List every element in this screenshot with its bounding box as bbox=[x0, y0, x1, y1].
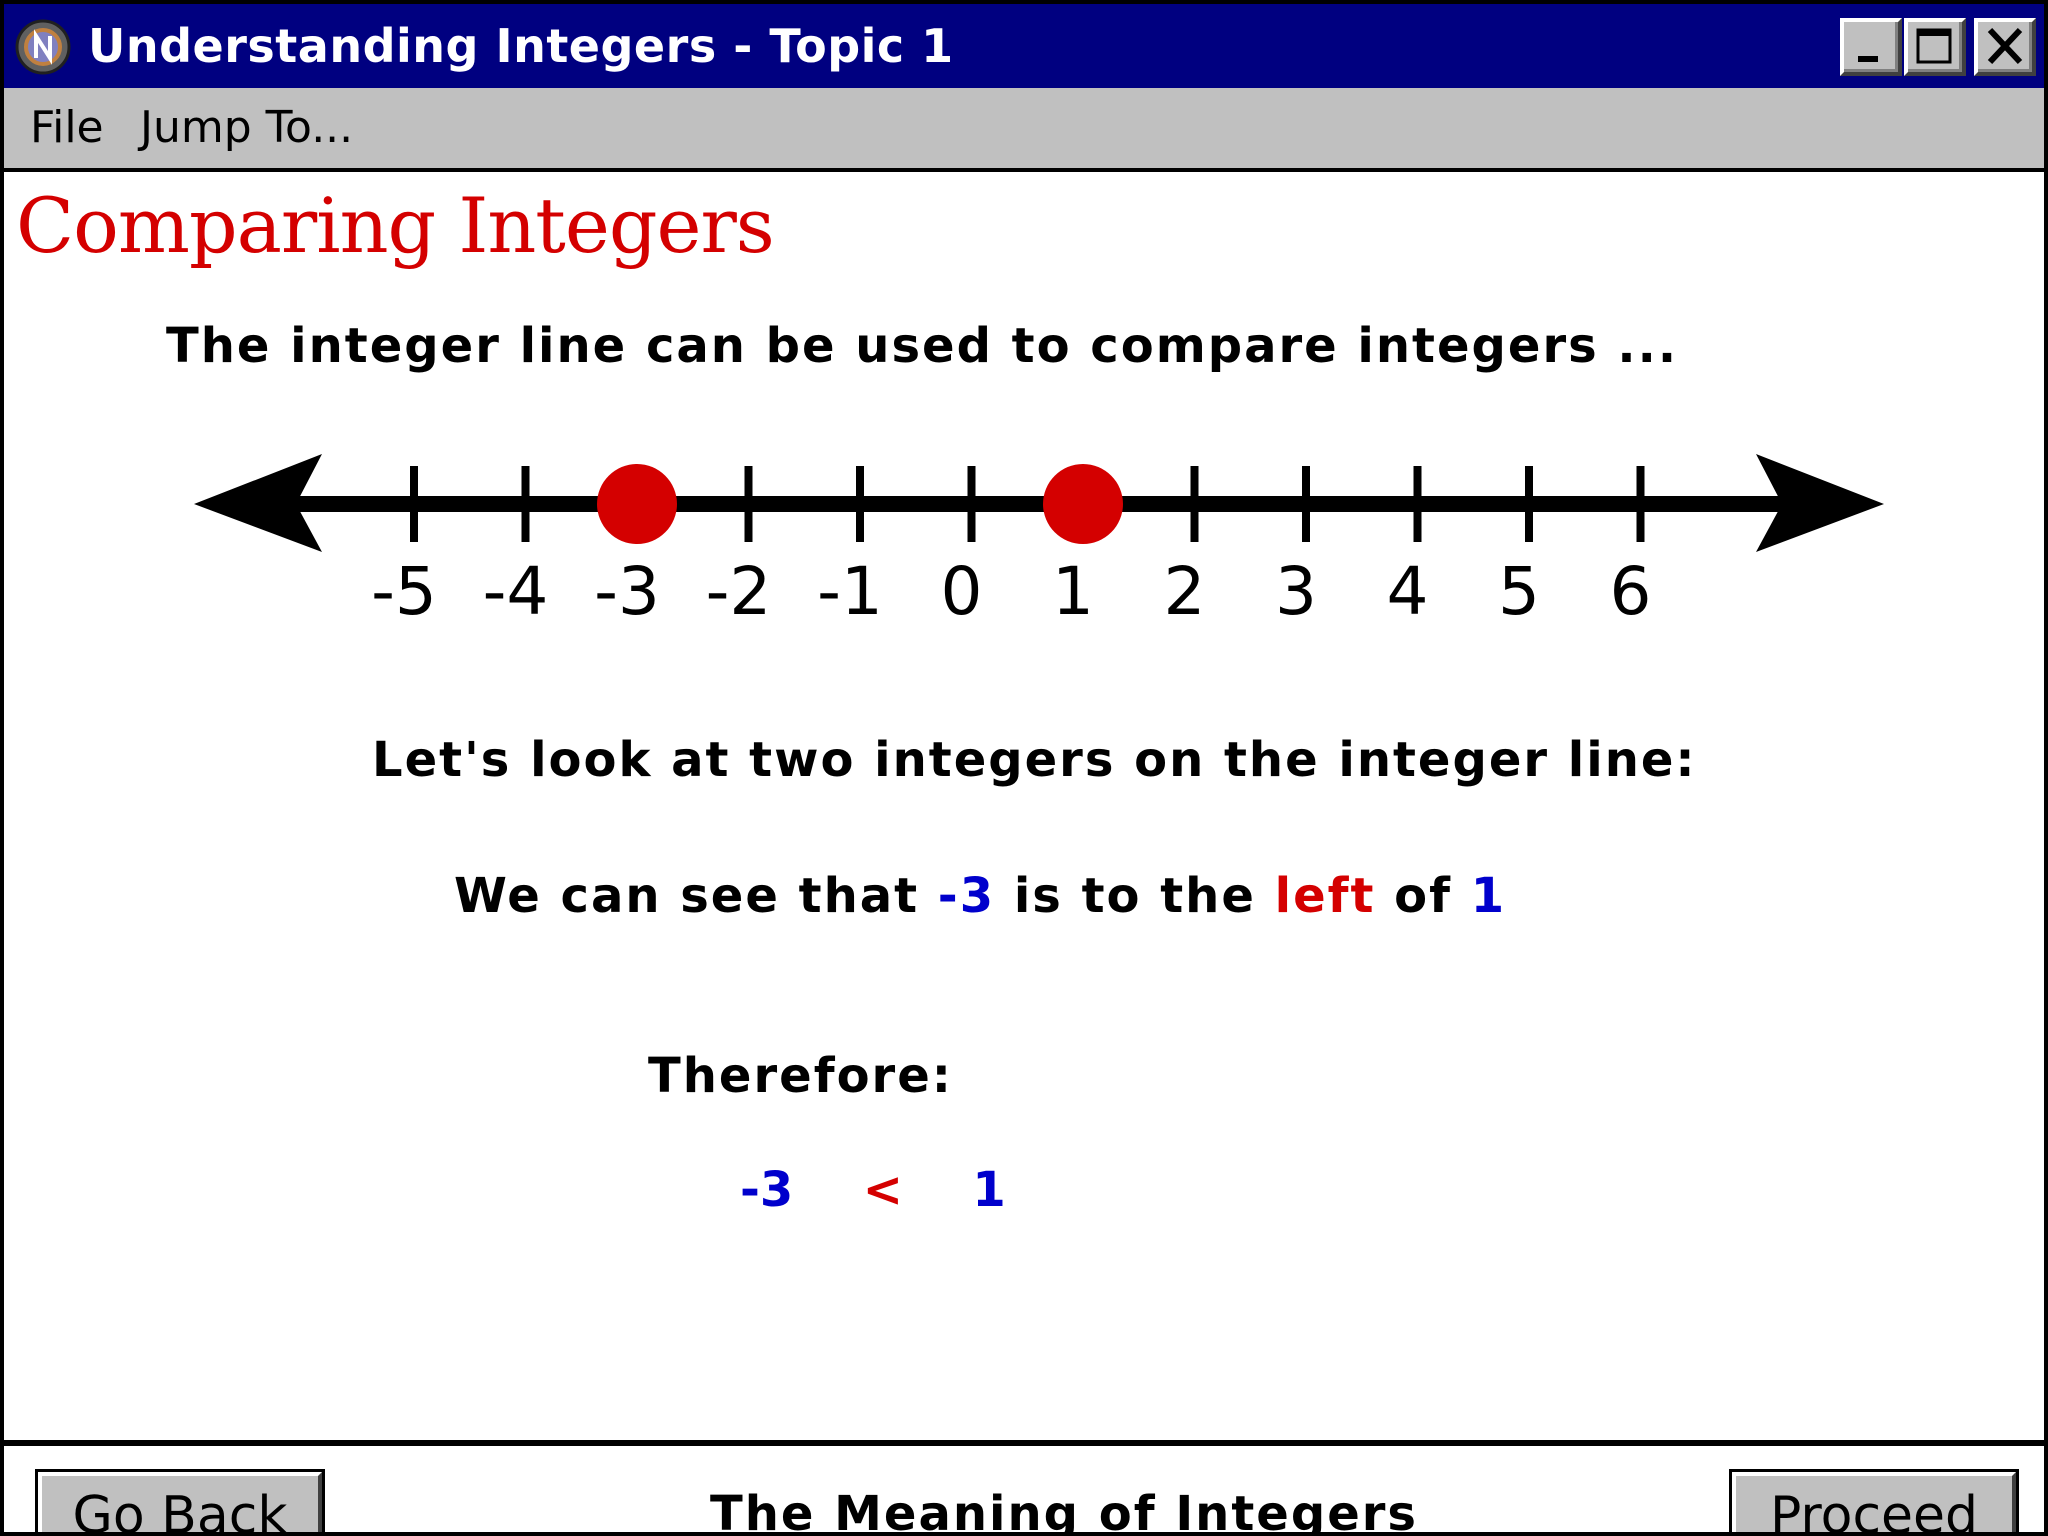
maximize-icon bbox=[1916, 28, 1952, 64]
window-title: Understanding Integers - Topic 1 bbox=[88, 19, 954, 73]
maximize-button[interactable] bbox=[1904, 18, 1966, 76]
number-line-tick bbox=[1636, 466, 1645, 542]
comparison-sentence: We can see that -3 is to the left of 1 bbox=[454, 864, 1506, 928]
intro-text: The integer line can be used to compare … bbox=[166, 318, 1679, 374]
tick-label: 6 bbox=[1610, 553, 1652, 630]
navigation-bar: Go Back The Meaning of Integers Proceed bbox=[4, 1440, 2044, 1536]
tick-label: -1 bbox=[817, 553, 883, 630]
sentence-prefix: We can see that bbox=[454, 868, 920, 924]
close-button[interactable] bbox=[1974, 18, 2036, 76]
topic-title: The Meaning of Integers bbox=[709, 1486, 1418, 1536]
therefore-label: Therefore: bbox=[648, 1048, 953, 1104]
number-line-tick bbox=[410, 466, 418, 542]
number-line-tick bbox=[967, 466, 976, 542]
number-line-tick bbox=[1190, 466, 1199, 542]
minimize-icon bbox=[1858, 56, 1878, 62]
app-window: Understanding Integers - Topic 1 File Ju… bbox=[0, 0, 2048, 1536]
proceed-button[interactable]: Proceed bbox=[1729, 1469, 2019, 1532]
tick-label: 2 bbox=[1164, 553, 1206, 630]
look-text: Let's look at two integers on the intege… bbox=[372, 732, 1697, 788]
tick-label: -2 bbox=[706, 553, 772, 630]
go-back-button[interactable]: Go Back bbox=[35, 1469, 325, 1532]
number-b: 1 bbox=[1470, 868, 1507, 924]
number-line-tick bbox=[1525, 466, 1533, 542]
close-icon bbox=[1987, 27, 2023, 65]
number-a: -3 bbox=[937, 868, 996, 924]
tick-label: 0 bbox=[941, 553, 983, 630]
inequality-operator: < bbox=[862, 1162, 903, 1218]
sentence-of: of bbox=[1394, 868, 1453, 924]
highlighted-point bbox=[1043, 464, 1123, 544]
tick-label: -4 bbox=[483, 553, 549, 630]
menu-jump-to[interactable]: Jump To... bbox=[140, 100, 353, 156]
tick-label: -3 bbox=[594, 553, 660, 630]
inequality-result: -3 < 1 bbox=[740, 1158, 1006, 1222]
number-line-tick bbox=[744, 466, 753, 542]
integer-number-line: -5 -4 -3 -2 -1 0 1 2 3 4 5 6 bbox=[194, 454, 1884, 630]
number-line-tick bbox=[1302, 466, 1310, 542]
menu-file[interactable]: File bbox=[30, 100, 104, 156]
inequality-right: 1 bbox=[972, 1162, 1006, 1218]
number-line-tick bbox=[1413, 466, 1422, 542]
integers-app-icon[interactable] bbox=[14, 18, 72, 76]
number-line-tick bbox=[521, 466, 530, 542]
tick-label: 3 bbox=[1275, 553, 1317, 630]
highlighted-point bbox=[597, 464, 677, 544]
direction-word: left bbox=[1274, 868, 1376, 924]
sentence-middle: is to the bbox=[1013, 868, 1256, 924]
menu-bar: File Jump To... bbox=[4, 88, 2044, 172]
number-line-tick bbox=[856, 466, 864, 542]
tick-label: 1 bbox=[1052, 553, 1094, 630]
tick-label: 4 bbox=[1387, 553, 1429, 630]
page-title: Comparing Integers bbox=[16, 181, 775, 270]
title-bar[interactable]: Understanding Integers - Topic 1 bbox=[4, 4, 2044, 88]
minimize-button[interactable] bbox=[1840, 18, 1902, 76]
inequality-left: -3 bbox=[740, 1162, 794, 1218]
tick-label: 5 bbox=[1498, 553, 1540, 630]
tick-label: -5 bbox=[371, 553, 437, 630]
